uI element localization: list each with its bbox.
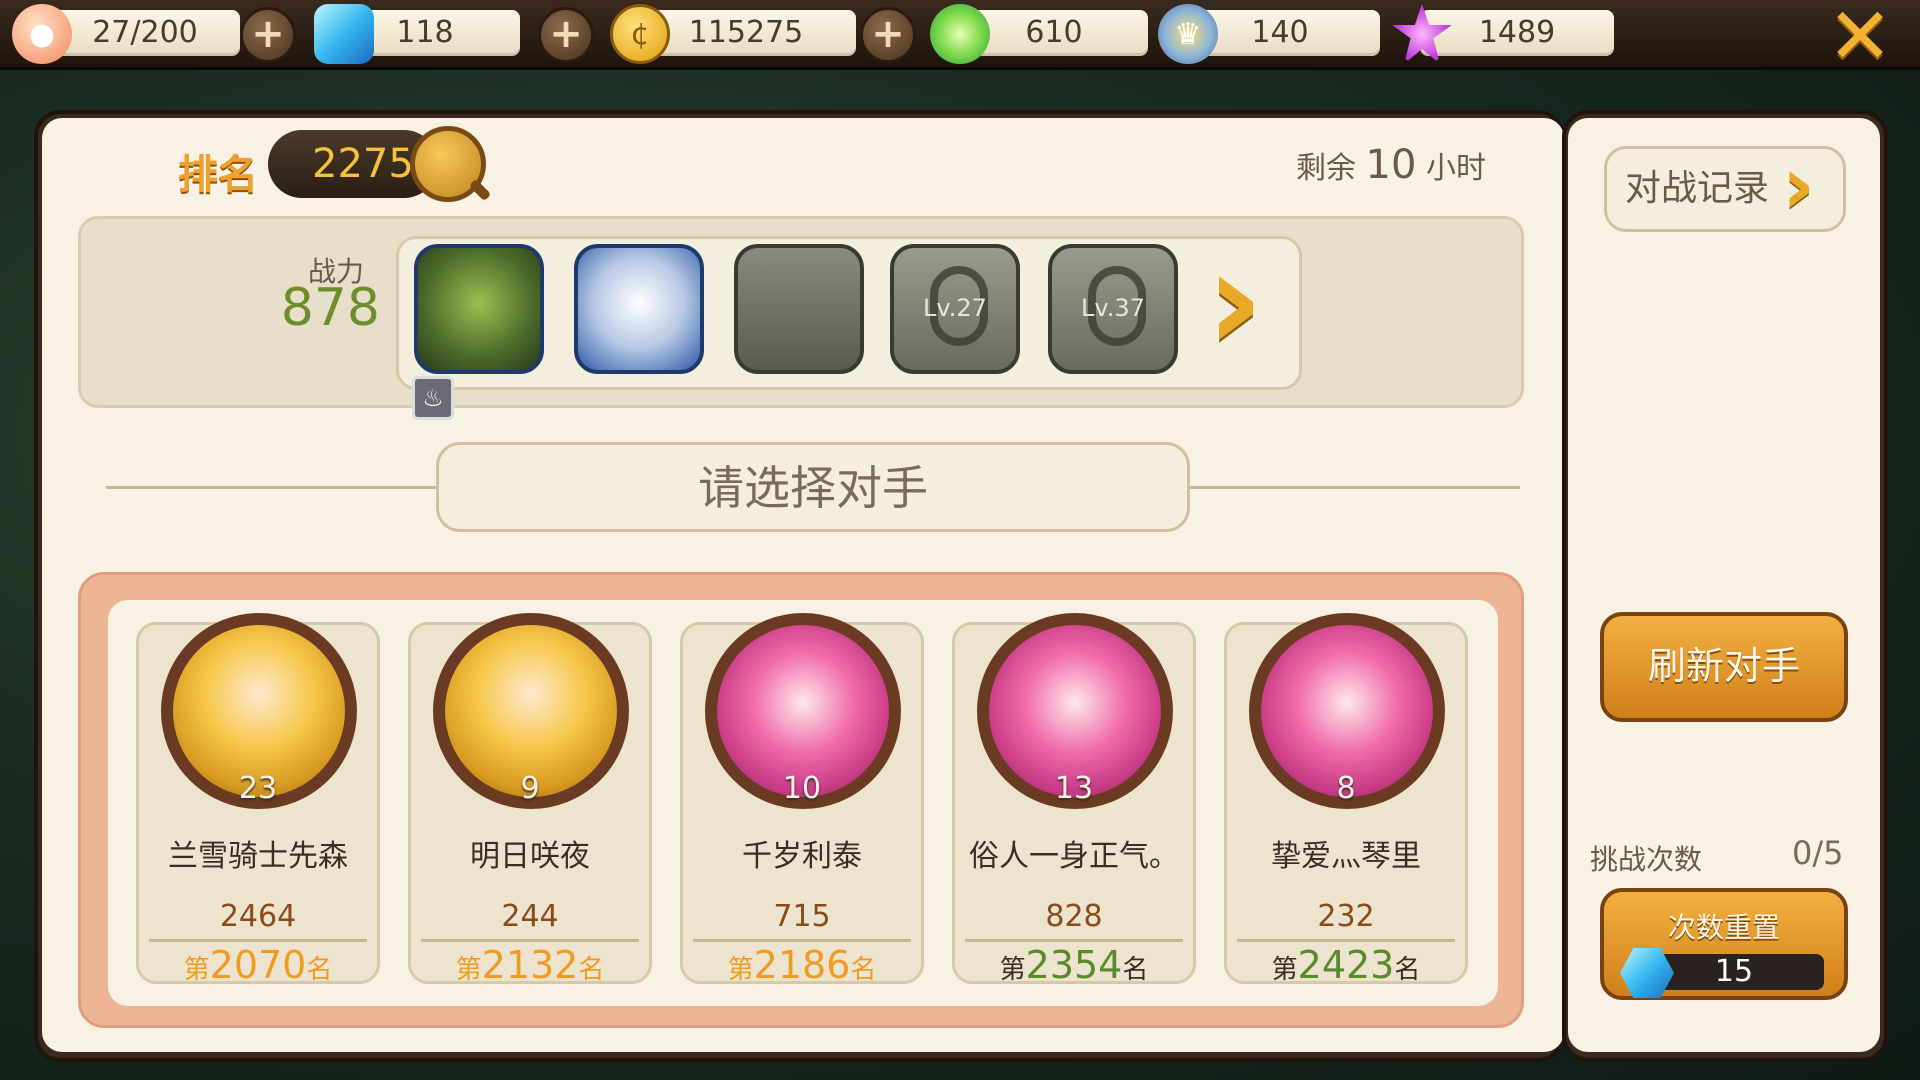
divider [1237, 939, 1455, 942]
chevron-right-icon[interactable]: › [1206, 232, 1286, 378]
rank-prefix: 第 [1271, 955, 1298, 985]
opponent-power: 232 [1317, 899, 1375, 934]
opponent-card[interactable]: 23 兰雪骑士先森 2464 第2070名 [136, 613, 380, 987]
refresh-opponents-button[interactable]: 刷新对手 [1600, 612, 1848, 722]
rank-suffix: 名 [1122, 955, 1149, 985]
remain-value: 10 [1365, 142, 1417, 188]
rank-prefix: 第 [455, 955, 482, 985]
hero-slot-thunder-robot[interactable] [574, 244, 704, 374]
hero-slot-locked: Lv.27 [890, 244, 1020, 374]
rank-suffix: 名 [1394, 955, 1421, 985]
magnifier-icon[interactable] [410, 126, 486, 202]
opponent-power: 2464 [219, 899, 297, 934]
divider [421, 939, 639, 942]
opponent-rank: 第2186名 [683, 943, 921, 987]
opponent-name: 千岁利泰 [742, 839, 862, 874]
hero-slot-empty[interactable] [734, 244, 864, 374]
opponent-card[interactable]: 9 明日咲夜 244 第2132名 [408, 613, 652, 987]
crown-badge-icon: ♛ [1158, 4, 1218, 64]
opponent-level: 10 [782, 771, 822, 806]
star-value: 1489 [1420, 10, 1614, 56]
hero-slot-locked: Lv.37 [1048, 244, 1178, 374]
add-gems-button[interactable]: + [538, 7, 594, 63]
reset-count-label: 次数重置 [1667, 911, 1780, 944]
add-gold-button[interactable]: + [860, 7, 916, 63]
opponent-level: 9 [520, 771, 540, 806]
rank-number: 2423 [1297, 943, 1395, 987]
stamina-value: 27/200 [50, 10, 240, 56]
opponent-card[interactable]: 13 俗人一身正气。 828 第2354名 [952, 613, 1196, 987]
flame-badge-icon: ♨ [412, 376, 454, 420]
blue-gem-icon [314, 4, 374, 64]
lollipop-icon [930, 4, 990, 64]
rank-prefix: 第 [183, 955, 210, 985]
rank-suffix: 名 [850, 955, 877, 985]
peach-icon: ● [12, 4, 72, 64]
hero-slot-forest-guardian[interactable] [414, 244, 544, 374]
opponent-power: 715 [773, 899, 831, 934]
add-stamina-button[interactable]: + [240, 7, 296, 63]
opponent-level: 23 [238, 771, 278, 806]
rank-suffix: 名 [578, 955, 605, 985]
opponent-rank: 第2070名 [139, 943, 377, 987]
remain-suffix: 小时 [1426, 151, 1486, 186]
opponent-name: 挚爱灬琴里 [1271, 839, 1421, 874]
opponent-level: 8 [1336, 771, 1356, 806]
rank-prefix: 第 [727, 955, 754, 985]
select-opponent-title: 请选择对手 [436, 442, 1190, 532]
remaining-time: 剩余 10 小时 [1296, 142, 1486, 188]
rank-number: 2354 [1025, 943, 1123, 987]
divider [149, 939, 367, 942]
rank-suffix: 名 [306, 955, 333, 985]
opponent-name: 兰雪骑士先森 [168, 839, 348, 874]
opponent-rank: 第2354名 [955, 943, 1193, 987]
divider [106, 486, 436, 489]
divider [693, 939, 911, 942]
rank-number: 2132 [481, 943, 579, 987]
rank-label: 排名 [178, 152, 258, 198]
lock-level-label: Lv.37 [1081, 294, 1145, 322]
divider [965, 939, 1183, 942]
opponent-rank: 第2132名 [411, 943, 649, 987]
chevron-right-icon: › [1782, 139, 1815, 232]
opponent-rank: 第2423名 [1227, 943, 1465, 987]
close-icon[interactable]: ✕ [1820, 0, 1900, 76]
power-value: 878 [280, 278, 380, 338]
opponent-name: 明日咲夜 [470, 839, 590, 874]
challenge-count-label: 挑战次数 [1590, 843, 1703, 876]
rank-prefix: 第 [999, 955, 1026, 985]
opponent-card[interactable]: 10 千岁利泰 715 第2186名 [680, 613, 924, 987]
opponent-card[interactable]: 8 挚爱灬琴里 232 第2423名 [1224, 613, 1468, 987]
gold-coin-icon: ¢ [610, 4, 670, 64]
opponent-power: 828 [1045, 899, 1103, 934]
rank-number: 2186 [753, 943, 851, 987]
remain-prefix: 剩余 [1296, 151, 1356, 186]
resource-bar: 27/200 ● + 118 + 115275 ¢ + 610 140 ♛ 14… [0, 0, 1920, 76]
opponent-level: 13 [1054, 771, 1094, 806]
divider [1190, 486, 1520, 489]
challenge-count-value: 0/5 [1792, 834, 1844, 872]
lock-level-label: Lv.27 [923, 294, 987, 322]
rank-number: 2070 [209, 943, 307, 987]
opponent-name: 俗人一身正气。 [969, 839, 1179, 874]
opponent-power: 244 [501, 899, 559, 934]
